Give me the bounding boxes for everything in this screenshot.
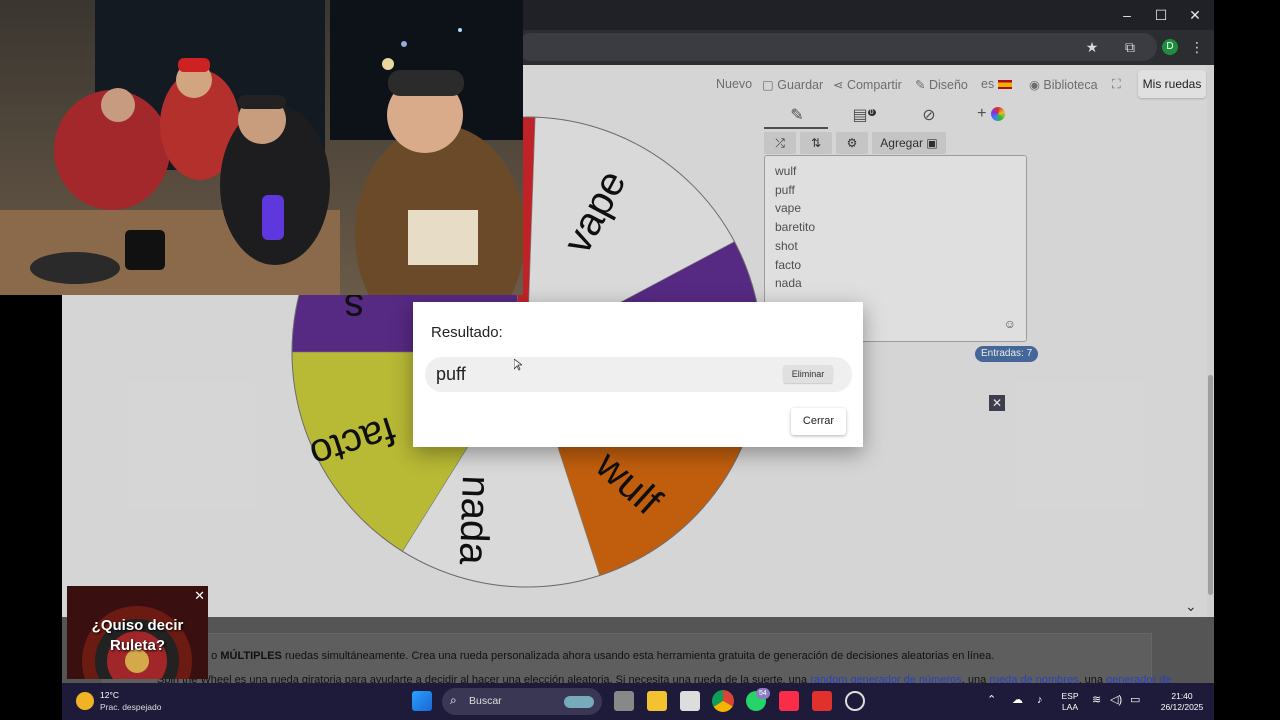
result-row: puff Eliminar xyxy=(425,357,852,392)
result-title: Resultado: xyxy=(431,324,503,341)
minimize-button[interactable]: – xyxy=(1112,5,1142,25)
description-line-2-text: Spin the Wheel es una rueda giratoria pa… xyxy=(157,674,808,683)
weather-description[interactable]: Prac. despejado xyxy=(100,702,161,712)
search-icon: ⌕ xyxy=(450,693,457,707)
description-section: a o MÚLTIPLES ruedas simultáneamente. Cr… xyxy=(62,617,1214,683)
taskbar-search[interactable]: ⌕ Buscar xyxy=(442,688,602,715)
bookmark-star-icon[interactable]: ★ xyxy=(1082,37,1102,57)
volume-icon[interactable]: ◁) xyxy=(1110,695,1122,706)
weather-temperature[interactable]: 12°C xyxy=(100,690,119,700)
chrome-icon[interactable] xyxy=(712,690,734,712)
webcam-image xyxy=(0,0,523,295)
page-scrollbar[interactable] xyxy=(1207,65,1214,617)
description-line-1: a o MÚLTIPLES ruedas simultáneamente. Cr… xyxy=(202,650,994,662)
chevron-down-icon[interactable]: ⌄ xyxy=(1185,598,1197,615)
onedrive-icon[interactable]: ☁ xyxy=(1012,695,1023,706)
description-sep-2: , una xyxy=(1078,674,1104,683)
roulette-ad[interactable]: ¿Quiso decir Ruleta? ✕ xyxy=(67,586,208,679)
address-bar[interactable] xyxy=(517,33,1157,61)
description-sep-1: , una xyxy=(961,674,987,683)
search-highlight-icon xyxy=(564,696,594,708)
maximize-button[interactable]: ☐ xyxy=(1146,5,1176,25)
tray-chevron-icon[interactable]: ⌃ xyxy=(987,695,996,706)
result-dialog: Resultado: puff Eliminar Cerrar xyxy=(413,302,863,447)
music-icon[interactable] xyxy=(779,691,799,711)
clock-date: 26/12/2025 xyxy=(1160,702,1204,712)
taskbar: 12°C Prac. despejado ⌕ Buscar 54 ⌃ ☁ ♪ E… xyxy=(62,683,1214,720)
cerrar-button[interactable]: Cerrar xyxy=(791,408,846,435)
microphone-icon[interactable]: ♪ xyxy=(1037,695,1043,706)
whatsapp-badge: 54 xyxy=(756,688,770,699)
battery-icon[interactable]: ▭ xyxy=(1130,695,1140,706)
eliminar-button[interactable]: Eliminar xyxy=(783,365,833,383)
close-icon[interactable]: ✕ xyxy=(194,588,205,604)
ad-text-line-2: Ruleta? xyxy=(109,637,165,654)
mouse-cursor-icon xyxy=(514,359,522,371)
link-generador[interactable]: generador de xyxy=(1106,674,1171,683)
browser-menu-icon[interactable]: ⋮ xyxy=(1187,37,1207,57)
store-icon[interactable] xyxy=(680,691,700,711)
clock[interactable]: 21:40 26/12/2025 xyxy=(1157,691,1207,713)
language-code: ESP xyxy=(1061,691,1079,701)
description-bold: MÚLTIPLES xyxy=(220,650,282,662)
profile-avatar[interactable]: D xyxy=(1162,39,1178,55)
webcam-overlay xyxy=(0,0,523,295)
extensions-icon[interactable]: ⧉ xyxy=(1120,37,1140,57)
link-rueda-nombres[interactable]: rueda de nombres xyxy=(989,674,1078,683)
chatgpt-icon[interactable] xyxy=(845,691,865,711)
keyboard-language[interactable]: ESP LAA xyxy=(1055,691,1085,713)
task-view-icon[interactable] xyxy=(614,691,634,711)
result-value: puff xyxy=(436,364,466,384)
ad-text: ¿Quiso decir Ruleta? xyxy=(67,616,208,656)
link-generador-numeros[interactable]: random generador de números xyxy=(810,674,962,683)
wifi-icon[interactable]: ≋ xyxy=(1092,695,1101,706)
close-window-button[interactable]: ✕ xyxy=(1180,5,1210,25)
search-label: Buscar xyxy=(469,695,502,707)
file-explorer-icon[interactable] xyxy=(647,691,667,711)
description-line-2: Spin the Wheel es una rueda giratoria pa… xyxy=(157,674,1172,683)
weather-moon-icon[interactable] xyxy=(76,692,94,710)
windows-start-icon[interactable] xyxy=(412,691,432,711)
app-red-icon[interactable] xyxy=(812,691,832,711)
scrollbar-thumb[interactable] xyxy=(1208,375,1213,595)
ad-text-line-1: ¿Quiso decir xyxy=(91,617,184,634)
layout-code: LAA xyxy=(1061,702,1079,712)
clock-time: 21:40 xyxy=(1171,691,1193,701)
screen: – ☐ ✕ ★ ⧉ D ⋮ vape facto nada wulf s Nuevo ▢… xyxy=(0,0,1280,720)
description-suffix: ruedas simultáneamente. Crea una rueda p… xyxy=(284,650,995,662)
